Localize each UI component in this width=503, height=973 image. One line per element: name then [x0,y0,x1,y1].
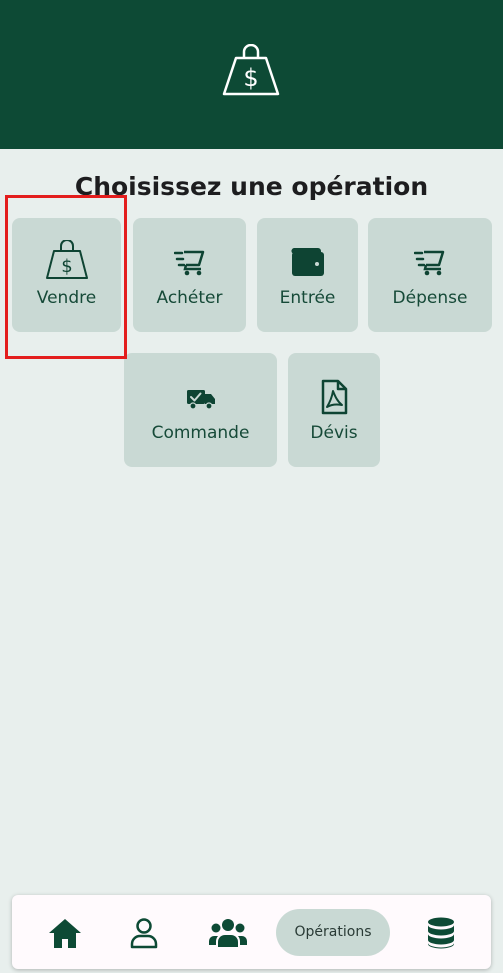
operation-devis-button[interactable]: Dévis [288,353,380,467]
svg-text:$: $ [61,256,72,277]
operation-label: Commande [151,423,250,443]
nav-home-button[interactable] [48,917,82,949]
nav-database-button[interactable] [426,917,456,949]
svg-text:$: $ [243,64,258,92]
delivery-truck-icon [186,390,215,410]
database-icon [428,917,454,949]
operation-acheter-button[interactable]: Achéter [133,218,246,332]
user-icon [130,918,158,949]
app-header: $ [0,0,503,149]
operation-depense-button[interactable]: Dépense [368,218,492,332]
operation-commande-button[interactable]: Commande [124,353,277,467]
operation-entree-button[interactable]: Entrée [257,218,358,332]
money-bag-icon: $ [45,240,88,279]
operation-label: Achéter [156,288,223,308]
group-icon [209,919,247,947]
wallet-icon [290,248,324,276]
operation-label: Dépense [392,288,468,308]
home-icon [49,919,81,948]
pdf-document-icon [321,379,348,415]
operation-vendre-button[interactable]: $ Vendre [12,218,121,332]
operation-label: Vendre [36,288,97,308]
nav-operations-tab[interactable]: Opérations [276,909,390,956]
page-title: Choisissez une opération [74,172,429,201]
operation-label: Entrée [279,288,336,308]
money-bag-icon: $ [222,44,280,96]
nav-profile-button[interactable] [130,917,158,949]
nav-clients-button[interactable] [208,917,248,949]
bottom-navigation-bar: Opérations [12,895,491,969]
fast-cart-icon [414,250,445,276]
operation-label: Dévis [310,423,358,443]
fast-cart-icon [173,250,204,276]
